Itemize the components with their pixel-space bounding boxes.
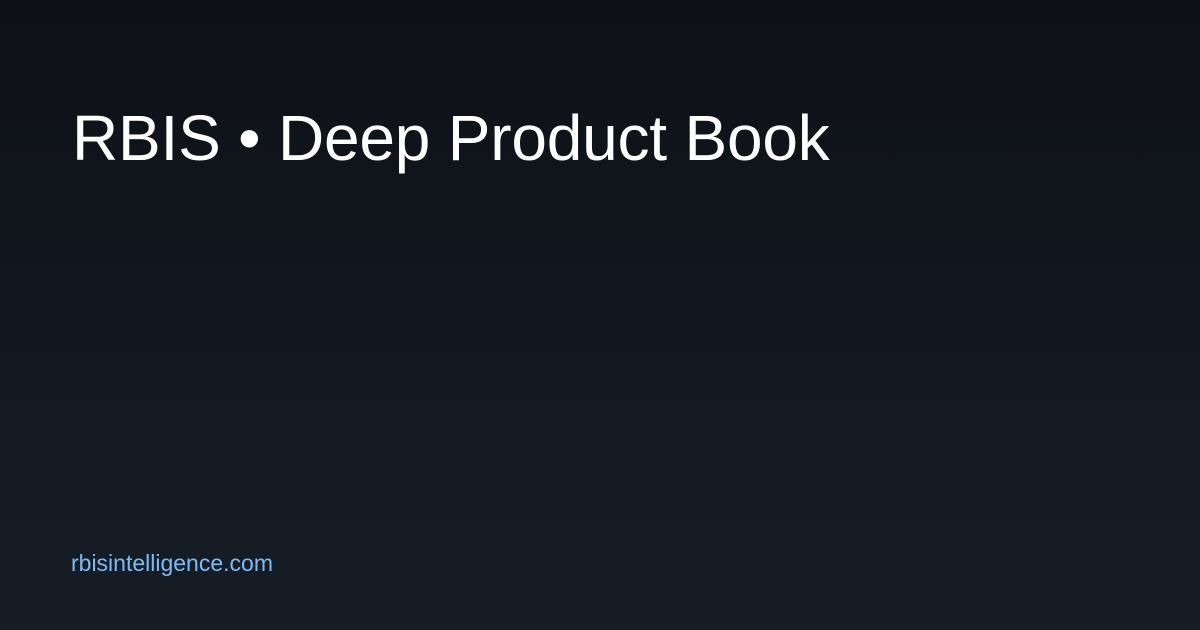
site-link[interactable]: rbisintelligence.com bbox=[71, 549, 273, 577]
page-title: RBIS • Deep Product Book bbox=[72, 102, 830, 174]
share-card: RBIS • Deep Product Book rbisintelligenc… bbox=[0, 0, 1200, 630]
